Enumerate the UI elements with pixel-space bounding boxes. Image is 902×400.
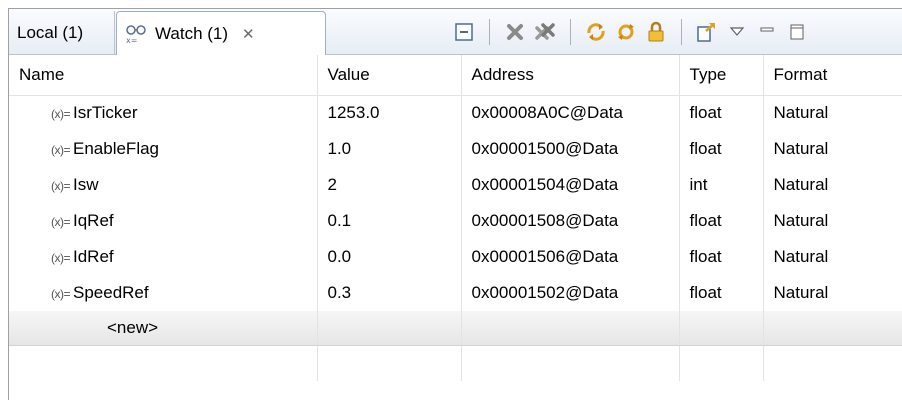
table-row[interactable]: (x)= IqRef 0.1 0x00001508@Data float Natu…: [9, 203, 902, 239]
view-toolbar: [449, 16, 812, 48]
continuous-refresh-icon[interactable]: [611, 17, 641, 47]
variable-icon: (x)=: [51, 179, 71, 193]
value-cell[interactable]: 0.0: [317, 239, 462, 275]
variable-name: IqRef: [73, 211, 114, 230]
address-cell: 0x00008A0C@Data: [461, 95, 680, 131]
value-cell[interactable]: 2: [317, 167, 462, 203]
watch-table: Name Value Address Type Format (x)= IsrTi…: [9, 55, 902, 381]
close-icon[interactable]: ✕: [242, 25, 255, 43]
maximize-icon[interactable]: [782, 17, 812, 47]
refresh-icon[interactable]: [581, 17, 611, 47]
toolbar-separator: [489, 19, 490, 45]
variable-name-cell: (x)= IqRef: [9, 203, 318, 239]
empty-cell: [763, 345, 902, 381]
variable-name: EnableFlag: [73, 139, 160, 158]
variable-name-cell: (x)= IsrTicker: [9, 95, 318, 131]
add-expression-row[interactable]: <new>: [9, 311, 902, 346]
address-cell: 0x00001506@Data: [461, 239, 680, 275]
type-cell: float: [679, 275, 764, 311]
empty-cell: [763, 311, 902, 346]
tab-local[interactable]: Local (1): [9, 11, 115, 54]
empty-cell: [461, 311, 680, 346]
new-expression-cell[interactable]: <new>: [9, 311, 318, 346]
value-cell[interactable]: 1253.0: [317, 95, 462, 131]
type-cell: float: [679, 95, 764, 131]
variable-name-cell: (x)= Isw: [9, 167, 318, 203]
lock-icon[interactable]: [641, 17, 671, 47]
toolbar-separator: [681, 19, 682, 45]
variable-icon: (x)=: [51, 215, 71, 229]
format-cell[interactable]: Natural: [763, 203, 902, 239]
table-row[interactable]: (x)= Isw 2 0x00001504@Data int Natural: [9, 167, 902, 203]
tab-watch-label: Watch (1): [155, 23, 229, 43]
table-row[interactable]: (x)= IsrTicker 1253.0 0x00008A0C@Data flo…: [9, 95, 902, 131]
column-header-type[interactable]: Type: [679, 55, 764, 96]
empty-cell: [679, 311, 764, 346]
column-header-name[interactable]: Name: [9, 55, 318, 96]
type-cell: int: [679, 167, 764, 203]
value-cell[interactable]: 0.3: [317, 275, 462, 311]
remove-all-icon[interactable]: [530, 17, 560, 47]
tab-local-label: Local (1): [17, 22, 84, 42]
collapse-all-icon[interactable]: [449, 17, 479, 47]
toolbar-separator: [570, 19, 571, 45]
table-row[interactable]: (x)= IdRef 0.0 0x00001506@Data float Natu…: [9, 239, 902, 275]
empty-cell: [317, 311, 462, 346]
format-cell[interactable]: Natural: [763, 95, 902, 131]
table-row[interactable]: (x)= SpeedRef 0.3 0x00001502@Data float N…: [9, 275, 902, 311]
svg-text:x=: x=: [126, 36, 137, 44]
minimize-icon[interactable]: [752, 17, 782, 47]
table-header: Name Value Address Type Format: [9, 55, 902, 96]
variable-name: IsrTicker: [73, 103, 138, 123]
variable-icon: (x)=: [51, 143, 71, 157]
variable-name: SpeedRef: [73, 283, 149, 302]
address-cell: 0x00001508@Data: [461, 203, 680, 239]
empty-row: [9, 345, 902, 381]
watch-view: Local (1) x= Watch (1) ✕ Name Value Addr…: [8, 8, 902, 400]
view-menu-icon[interactable]: [722, 17, 752, 47]
variable-icon: (x)=: [51, 107, 71, 122]
remove-icon[interactable]: [500, 17, 530, 47]
empty-cell: [461, 345, 680, 381]
variable-icon: (x)=: [51, 251, 71, 265]
value-cell[interactable]: 0.1: [317, 203, 462, 239]
column-header-address[interactable]: Address: [461, 55, 680, 96]
tab-strip: Local (1) x= Watch (1) ✕: [9, 9, 902, 55]
export-icon[interactable]: [692, 17, 722, 47]
format-cell[interactable]: Natural: [763, 167, 902, 203]
value-cell[interactable]: 1.0: [317, 131, 462, 167]
variable-name-cell: (x)= EnableFlag: [9, 131, 318, 167]
type-cell: float: [679, 203, 764, 239]
address-cell: 0x00001500@Data: [461, 131, 680, 167]
watch-icon: x=: [125, 24, 149, 44]
column-header-format[interactable]: Format: [763, 55, 902, 96]
type-cell: float: [679, 131, 764, 167]
variable-name: Isw: [73, 175, 99, 194]
variable-name-cell: (x)= IdRef: [9, 239, 318, 275]
format-cell[interactable]: Natural: [763, 275, 902, 311]
variable-name-cell: (x)= SpeedRef: [9, 275, 318, 311]
table-row[interactable]: (x)= EnableFlag 1.0 0x00001500@Data float…: [9, 131, 902, 167]
tab-watch[interactable]: x= Watch (1) ✕: [116, 11, 326, 55]
empty-cell: [317, 345, 462, 381]
format-cell[interactable]: Natural: [763, 239, 902, 275]
address-cell: 0x00001502@Data: [461, 275, 680, 311]
column-header-value[interactable]: Value: [317, 55, 462, 96]
variable-name: IdRef: [73, 247, 114, 266]
empty-cell: [9, 345, 318, 381]
empty-cell: [679, 345, 764, 381]
type-cell: float: [679, 239, 764, 275]
address-cell: 0x00001504@Data: [461, 167, 680, 203]
format-cell[interactable]: Natural: [763, 131, 902, 167]
variable-icon: (x)=: [51, 287, 71, 301]
